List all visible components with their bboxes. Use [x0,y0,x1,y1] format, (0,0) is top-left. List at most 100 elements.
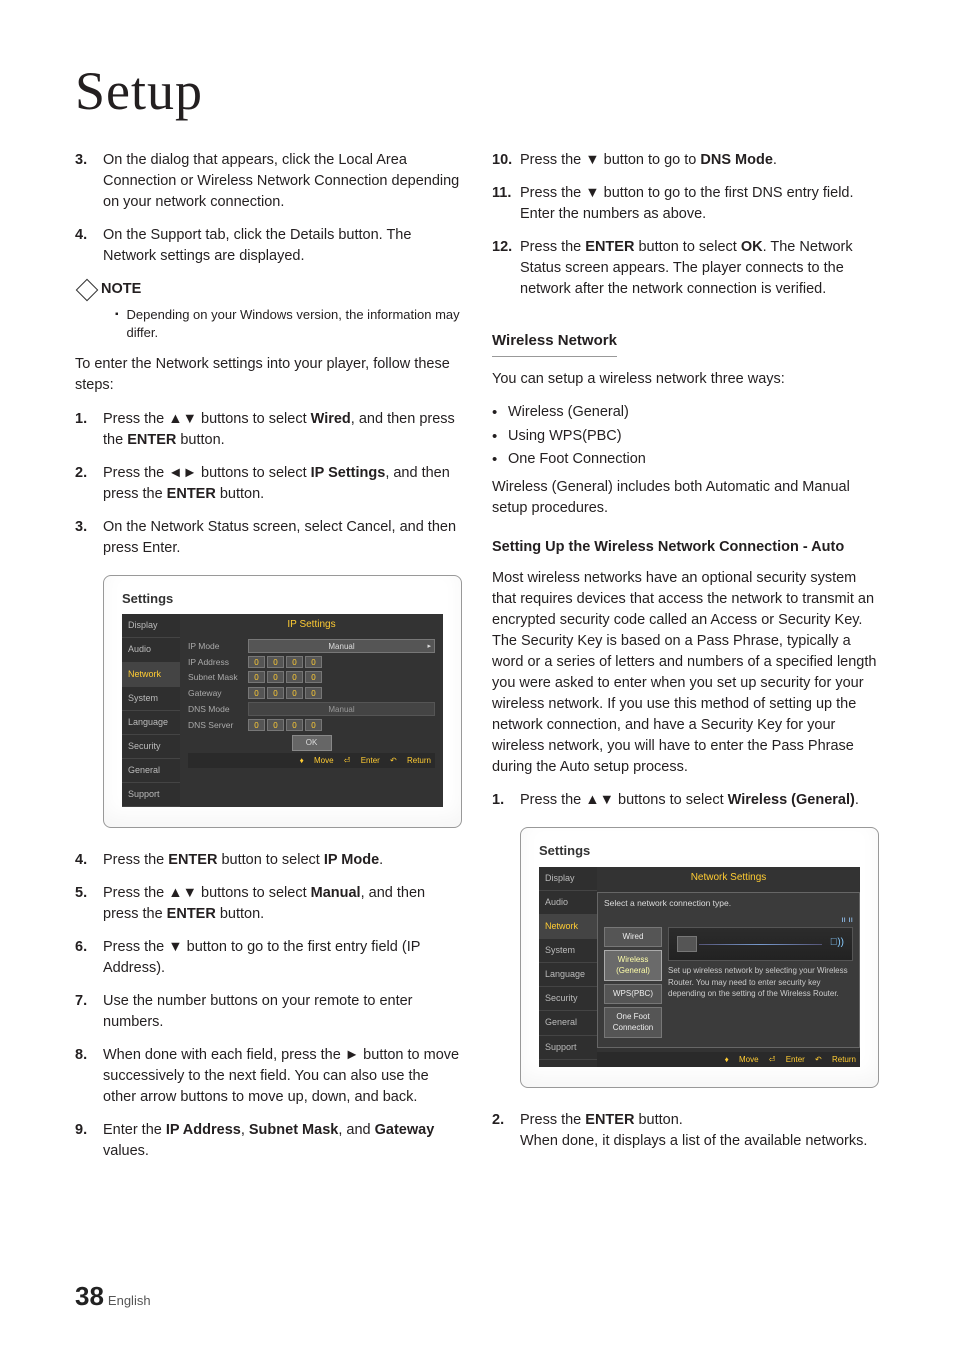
octet: 0 [267,671,284,683]
auto-paragraph: Most wireless networks have an optional … [492,568,879,778]
sidebar-item: Language [539,963,597,987]
footer-hints: ♦ Move ⏎ Enter ↶ Return [188,753,435,769]
octet: 0 [305,656,322,668]
octet: 0 [286,656,303,668]
auto-heading: Setting Up the Wireless Network Connecti… [492,537,879,558]
sidebar-item: Support [122,783,180,807]
step-number: 6. [75,937,103,979]
step-text: On the Network Status screen, select Can… [103,517,462,559]
octet: 0 [248,656,265,668]
ok-button: OK [292,735,332,751]
step-number: 7. [75,991,103,1033]
left-column: 3. On the dialog that appears, click the… [75,150,462,1174]
step-text: Use the number buttons on your remote to… [103,991,462,1033]
screenshot-title: Settings [539,842,860,861]
net-type-wired: Wired [604,927,662,947]
note-icon [76,278,99,301]
sidebar-item: General [539,1011,597,1035]
list-item: Using WPS(PBC) [492,426,879,448]
step-text: Press the ENTER button to select OK. The… [520,237,879,300]
step-text: Press the ▼ button to go to the first en… [103,937,462,979]
list-item: Wireless (General) [492,402,879,424]
step-text: Enter the IP Address, Subnet Mask, and G… [103,1120,462,1162]
settings-sidebar: Display Audio Network System Language Se… [539,867,597,1067]
step-number: 2. [492,1110,520,1152]
step-text: Press the ▲▼ buttons to select Wireless … [520,790,879,811]
ip-mode-value: Manual [248,639,435,653]
octet: 0 [267,656,284,668]
step-number: 1. [75,409,103,451]
sidebar-item: General [122,759,180,783]
right-column: 10. Press the ▼ button to go to DNS Mode… [492,150,879,1174]
step-text: When done with each field, press the ► b… [103,1045,462,1108]
sidebar-item: System [539,939,597,963]
sidebar-item: Audio [539,891,597,915]
octet: 0 [286,719,303,731]
net-type-wireless: Wireless (General) [604,950,662,981]
field-label: DNS Mode [188,703,248,715]
octet: 0 [305,671,322,683]
step-text: Press the ENTER button to select IP Mode… [103,850,462,871]
step-text: Press the ▲▼ buttons to select Manual, a… [103,883,462,925]
step-text: On the dialog that appears, click the Lo… [103,150,462,213]
step-number: 9. [75,1120,103,1162]
page-title: Setup [75,60,879,122]
field-label: IP Mode [188,640,248,652]
note-label: NOTE [101,279,141,300]
network-diagram [668,927,853,961]
sidebar-item: Language [122,711,180,735]
octet: 0 [286,671,303,683]
network-settings-screenshot: Settings Display Audio Network System La… [520,827,879,1088]
note-bullet: Depending on your Windows version, the i… [115,306,462,342]
sidebar-item: Network [122,663,180,687]
screenshot-title: Settings [122,590,443,609]
popup-text: Select a network connection type. [604,897,853,909]
step-number: 4. [75,850,103,871]
step-text: Press the ◄► buttons to select IP Settin… [103,463,462,505]
step-number: 2. [75,463,103,505]
step-text: Press the ▼ button to go to the first DN… [520,183,879,225]
octet: 0 [305,719,322,731]
step-number: 1. [492,790,520,811]
sidebar-item: Display [122,614,180,638]
octet: 0 [248,719,265,731]
panel-header: IP Settings [188,618,435,633]
step-text: Press the ▲▼ buttons to select Wired, an… [103,409,462,451]
step-number: 8. [75,1045,103,1108]
sidebar-item: Network [539,915,597,939]
page-number: 38English [75,1281,151,1312]
field-label: IP Address [188,656,248,668]
step-number: 12. [492,237,520,300]
dns-mode-value: Manual [248,702,435,716]
step-number: 10. [492,150,520,171]
sidebar-item: Security [539,987,597,1011]
ip-settings-screenshot: Settings Display Audio Network System La… [103,575,462,828]
step-number: 5. [75,883,103,925]
step-number: 11. [492,183,520,225]
step-text: Press the ▼ button to go to DNS Mode. [520,150,879,171]
step-text: Press the ENTER button. When done, it di… [520,1110,879,1152]
wireless-para: Wireless (General) includes both Automat… [492,477,879,519]
field-label: DNS Server [188,719,248,731]
panel-header: Network Settings [597,867,860,886]
sidebar-item: Audio [122,638,180,662]
net-desc: Set up wireless network by selecting you… [668,965,853,1000]
octet: 0 [248,671,265,683]
step-text: On the Support tab, click the Details bu… [103,225,462,267]
net-type-wps: WPS(PBC) [604,984,662,1004]
intro-paragraph: To enter the Network settings into your … [75,354,462,396]
field-label: Gateway [188,687,248,699]
sidebar-item: System [122,687,180,711]
octet: 0 [267,719,284,731]
sidebar-item: Support [539,1036,597,1060]
footer-hints: ♦ Move ⏎ Enter ↶ Return [597,1052,860,1068]
sidebar-item: Display [539,867,597,891]
octet: 0 [248,687,265,699]
wireless-intro: You can setup a wireless network three w… [492,369,879,390]
step-number: 4. [75,225,103,267]
step-number: 3. [75,150,103,213]
step-number: 3. [75,517,103,559]
field-label: Subnet Mask [188,671,248,683]
wifi-icon: ıı ıı [604,913,853,925]
list-item: One Foot Connection [492,449,879,471]
